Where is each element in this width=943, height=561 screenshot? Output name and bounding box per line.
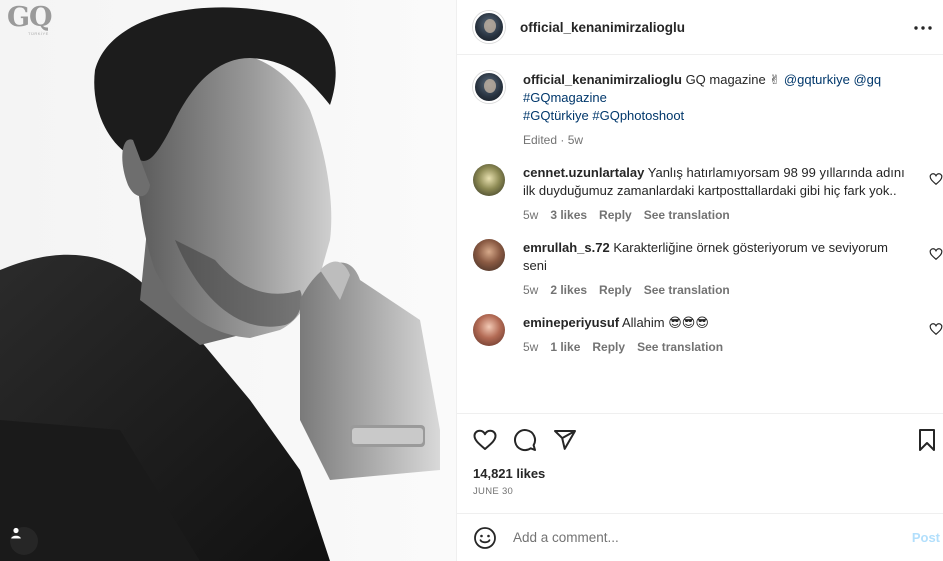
user-icon (11, 527, 21, 539)
comment-likes[interactable]: 3 likes (550, 207, 587, 223)
hashtag-link[interactable]: #GQphotoshoot (592, 108, 684, 123)
comment-text: Allahim 😎😎😎 (622, 315, 709, 330)
mention-link[interactable]: @gq (853, 72, 881, 87)
more-icon (914, 26, 932, 30)
see-translation-button[interactable]: See translation (637, 339, 723, 355)
post-actions: 14,821 likes June 30 (457, 413, 943, 513)
comment-username[interactable]: cennet.uzunlartalay (523, 165, 644, 180)
reply-button[interactable]: Reply (592, 339, 625, 355)
reply-button[interactable]: Reply (599, 207, 632, 223)
post-header: official_kenanimirzalioglu (457, 0, 943, 55)
hashtag-link[interactable]: #GQmagazine (523, 90, 607, 105)
tagged-users-button[interactable] (10, 527, 38, 555)
like-comment-heart-icon[interactable] (929, 322, 943, 336)
caption-time[interactable]: 5w (568, 132, 583, 148)
caption-text: GQ magazine ✌ (685, 72, 781, 87)
more-options-button[interactable] (911, 16, 935, 40)
commenter-avatar[interactable] (473, 239, 505, 271)
mention-link[interactable]: @gqturkiye (784, 72, 850, 87)
reply-button[interactable]: Reply (599, 282, 632, 298)
commenter-avatar[interactable] (473, 164, 505, 196)
post-photo[interactable]: GQ TÜRKİYE (0, 0, 456, 561)
like-heart-icon[interactable] (473, 428, 497, 452)
share-icon[interactable] (553, 428, 577, 452)
gq-logo: GQ (7, 2, 53, 33)
comment-username[interactable]: emrullah_s.72 (523, 240, 610, 255)
edited-label: Edited (523, 133, 558, 147)
hashtag-link[interactable]: #GQtürkiye (523, 108, 589, 123)
emoji-icon[interactable] (473, 526, 497, 550)
caption-avatar[interactable] (473, 71, 505, 103)
comment-username[interactable]: emineperiyusuf (523, 315, 619, 330)
see-translation-button[interactable]: See translation (644, 207, 730, 223)
post-side-panel: official_kenanimirzalioglu official_kena… (456, 0, 943, 561)
post-date[interactable]: June 30 (473, 486, 931, 497)
commenter-avatar[interactable] (473, 314, 505, 346)
comment-time[interactable]: 5w (523, 339, 538, 355)
caption-username[interactable]: official_kenanimirzalioglu (523, 72, 682, 87)
comment-input[interactable] (513, 530, 943, 545)
comment-icon[interactable] (513, 428, 537, 452)
comment-time[interactable]: 5w (523, 282, 538, 298)
instagram-post: GQ TÜRKİYE official_kenanimirzalioglu of… (0, 0, 943, 561)
post-comment-button[interactable]: Post (912, 530, 940, 545)
add-comment-bar: Post (457, 513, 943, 561)
comment-item: emineperiyusuf Allahim 😎😎😎 5w 1 like Rep… (473, 314, 943, 355)
save-bookmark-icon[interactable] (915, 428, 939, 452)
comment-item: emrullah_s.72 Karakterliğine örnek göste… (473, 239, 943, 298)
likes-count[interactable]: 14,821 likes (473, 466, 931, 481)
comment-likes[interactable]: 2 likes (550, 282, 587, 298)
author-avatar[interactable] (473, 11, 505, 43)
like-comment-heart-icon[interactable] (929, 247, 943, 261)
gq-logo-subtitle: TÜRKİYE (28, 31, 49, 36)
comment-likes[interactable]: 1 like (550, 339, 580, 355)
comment-item: cennet.uzunlartalay Yanlış hatırlamıyors… (473, 164, 943, 223)
see-translation-button[interactable]: See translation (644, 282, 730, 298)
portrait-image (0, 7, 440, 561)
comment-time[interactable]: 5w (523, 207, 538, 223)
like-comment-heart-icon[interactable] (929, 172, 943, 186)
author-username[interactable]: official_kenanimirzalioglu (520, 20, 685, 35)
post-caption: official_kenanimirzalioglu GQ magazine ✌… (473, 71, 927, 148)
comments-section[interactable]: official_kenanimirzalioglu GQ magazine ✌… (457, 55, 943, 413)
